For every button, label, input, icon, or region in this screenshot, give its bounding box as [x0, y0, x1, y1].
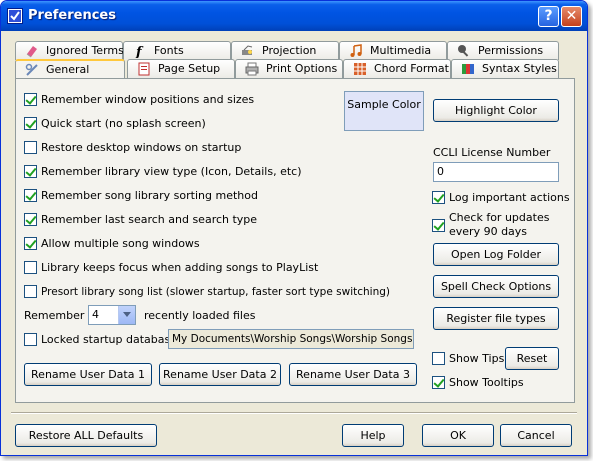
checkbox-library-keeps-focus[interactable]: [24, 261, 37, 274]
help-button[interactable]: Help: [342, 424, 404, 447]
label-presort-library: Presort library song list (slower startu…: [41, 286, 390, 298]
label-remember-sorting: Remember song library sorting method: [41, 189, 258, 202]
page-setup-icon: [137, 62, 151, 76]
label-allow-multiple-windows: Allow multiple song windows: [41, 237, 200, 250]
window-title: Preferences: [28, 8, 116, 23]
svg-text:f: f: [135, 45, 144, 58]
open-log-folder-button[interactable]: Open Log Folder: [433, 243, 559, 266]
register-file-types-button[interactable]: Register file types: [433, 307, 559, 330]
checkbox-check-for-updates[interactable]: [432, 219, 445, 232]
label-remember-library-view: Remember library view type (Icon, Detail…: [41, 165, 302, 178]
label-locked-startup-db: Locked startup database:: [41, 333, 181, 346]
tab-fonts[interactable]: f Fonts: [123, 41, 231, 60]
sample-color-swatch: Sample Color: [344, 91, 424, 131]
tab-syntax-styles[interactable]: Syntax Styles: [451, 59, 559, 78]
rename-user-data-2-button[interactable]: Rename User Data 2: [159, 363, 281, 386]
rename-user-data-1-button[interactable]: Rename User Data 1: [24, 363, 152, 386]
app-icon: [7, 8, 23, 24]
checkbox-show-tooltips[interactable]: [432, 376, 445, 389]
preferences-window: Preferences ? ✕ Ignored Terms f Fonts Pr…: [0, 0, 588, 456]
checkbox-show-tips[interactable]: [432, 352, 445, 365]
label-check-for-updates-line1: Check for updates: [449, 211, 550, 224]
label-remember-last-search: Remember last search and search type: [41, 213, 258, 226]
music-note-icon: [349, 44, 363, 58]
label-recently-loaded-files: recently loaded files: [144, 309, 256, 322]
recent-files-count-value: 4: [92, 308, 99, 321]
restore-all-defaults-button[interactable]: Restore ALL Defaults: [15, 424, 157, 447]
tab-label: Print Options: [266, 62, 338, 75]
projector-icon: [241, 44, 255, 58]
tab-label: Fonts: [154, 44, 184, 57]
general-icon: [25, 63, 39, 77]
close-button[interactable]: ✕: [561, 6, 582, 27]
tab-label: Projection: [262, 44, 317, 57]
tab-ignored-terms[interactable]: Ignored Terms: [15, 41, 124, 60]
tab-chord-format[interactable]: Chord Format: [343, 59, 451, 78]
label-check-for-updates-line2: every 90 days: [449, 225, 528, 238]
checkbox-locked-startup-db[interactable]: [24, 333, 37, 346]
checkbox-quick-start[interactable]: [24, 117, 37, 130]
checkbox-allow-multiple-windows[interactable]: [24, 237, 37, 250]
label-show-tips: Show Tips: [449, 352, 505, 365]
title-bar[interactable]: Preferences ? ✕: [1, 1, 587, 31]
checkbox-restore-desktop-windows[interactable]: [24, 141, 37, 154]
label-show-tooltips: Show Tooltips: [449, 376, 524, 389]
tab-general[interactable]: General: [15, 59, 125, 79]
tab-projection[interactable]: Projection: [231, 41, 339, 60]
chevron-down-icon[interactable]: [118, 306, 135, 324]
sample-color-label: Sample Color: [347, 98, 421, 111]
checkbox-remember-library-view[interactable]: [24, 165, 37, 178]
label-log-important-actions: Log important actions: [449, 191, 570, 204]
spell-check-options-button[interactable]: Spell Check Options: [433, 275, 559, 298]
tab-permissions[interactable]: Permissions: [447, 41, 559, 60]
tab-label: Permissions: [478, 44, 544, 57]
font-icon: f: [133, 44, 147, 60]
tab-label: General: [46, 63, 90, 76]
locked-db-path-field[interactable]: My Documents\Worship Songs\Worship Songs…: [168, 329, 414, 349]
tab-label: Ignored Terms: [46, 44, 124, 57]
tab-multimedia[interactable]: Multimedia: [339, 41, 447, 60]
tab-page-setup[interactable]: Page Setup: [127, 59, 235, 78]
tab-print-options[interactable]: Print Options: [235, 59, 343, 78]
tab-label: Syntax Styles: [482, 62, 557, 75]
checkbox-remember-window-positions[interactable]: [24, 93, 37, 106]
checkbox-remember-last-search[interactable]: [24, 213, 37, 226]
footer-separator: [11, 412, 577, 414]
key-icon: [457, 44, 471, 58]
tab-label: Page Setup: [158, 62, 221, 75]
checkbox-log-important-actions[interactable]: [432, 191, 445, 204]
help-title-button[interactable]: ?: [538, 6, 559, 27]
rename-user-data-3-button[interactable]: Rename User Data 3: [289, 363, 417, 386]
label-quick-start: Quick start (no splash screen): [41, 117, 206, 130]
ccli-license-field[interactable]: 0: [433, 162, 559, 182]
chord-format-icon: [353, 62, 367, 76]
cancel-button[interactable]: Cancel: [500, 424, 572, 447]
label-remember: Remember: [24, 309, 85, 322]
label-ccli-license: CCLI License Number: [433, 146, 551, 159]
recent-files-count-select[interactable]: 4: [88, 305, 136, 325]
tab-label: Multimedia: [370, 44, 432, 57]
checkbox-presort-library[interactable]: [24, 285, 37, 298]
highlight-color-button[interactable]: Highlight Color: [433, 99, 559, 122]
label-library-keeps-focus: Library keeps focus when adding songs to…: [41, 261, 319, 274]
ok-button[interactable]: OK: [422, 424, 494, 447]
reset-tips-button[interactable]: Reset: [505, 347, 559, 370]
label-restore-desktop-windows: Restore desktop windows on startup: [41, 141, 242, 154]
tab-label: Chord Format: [374, 62, 449, 75]
label-remember-window-positions: Remember window positions and sizes: [41, 93, 255, 106]
checkbox-remember-sorting[interactable]: [24, 189, 37, 202]
syntax-styles-icon: [461, 62, 475, 76]
eraser-icon: [25, 44, 39, 58]
printer-icon: [245, 62, 259, 76]
